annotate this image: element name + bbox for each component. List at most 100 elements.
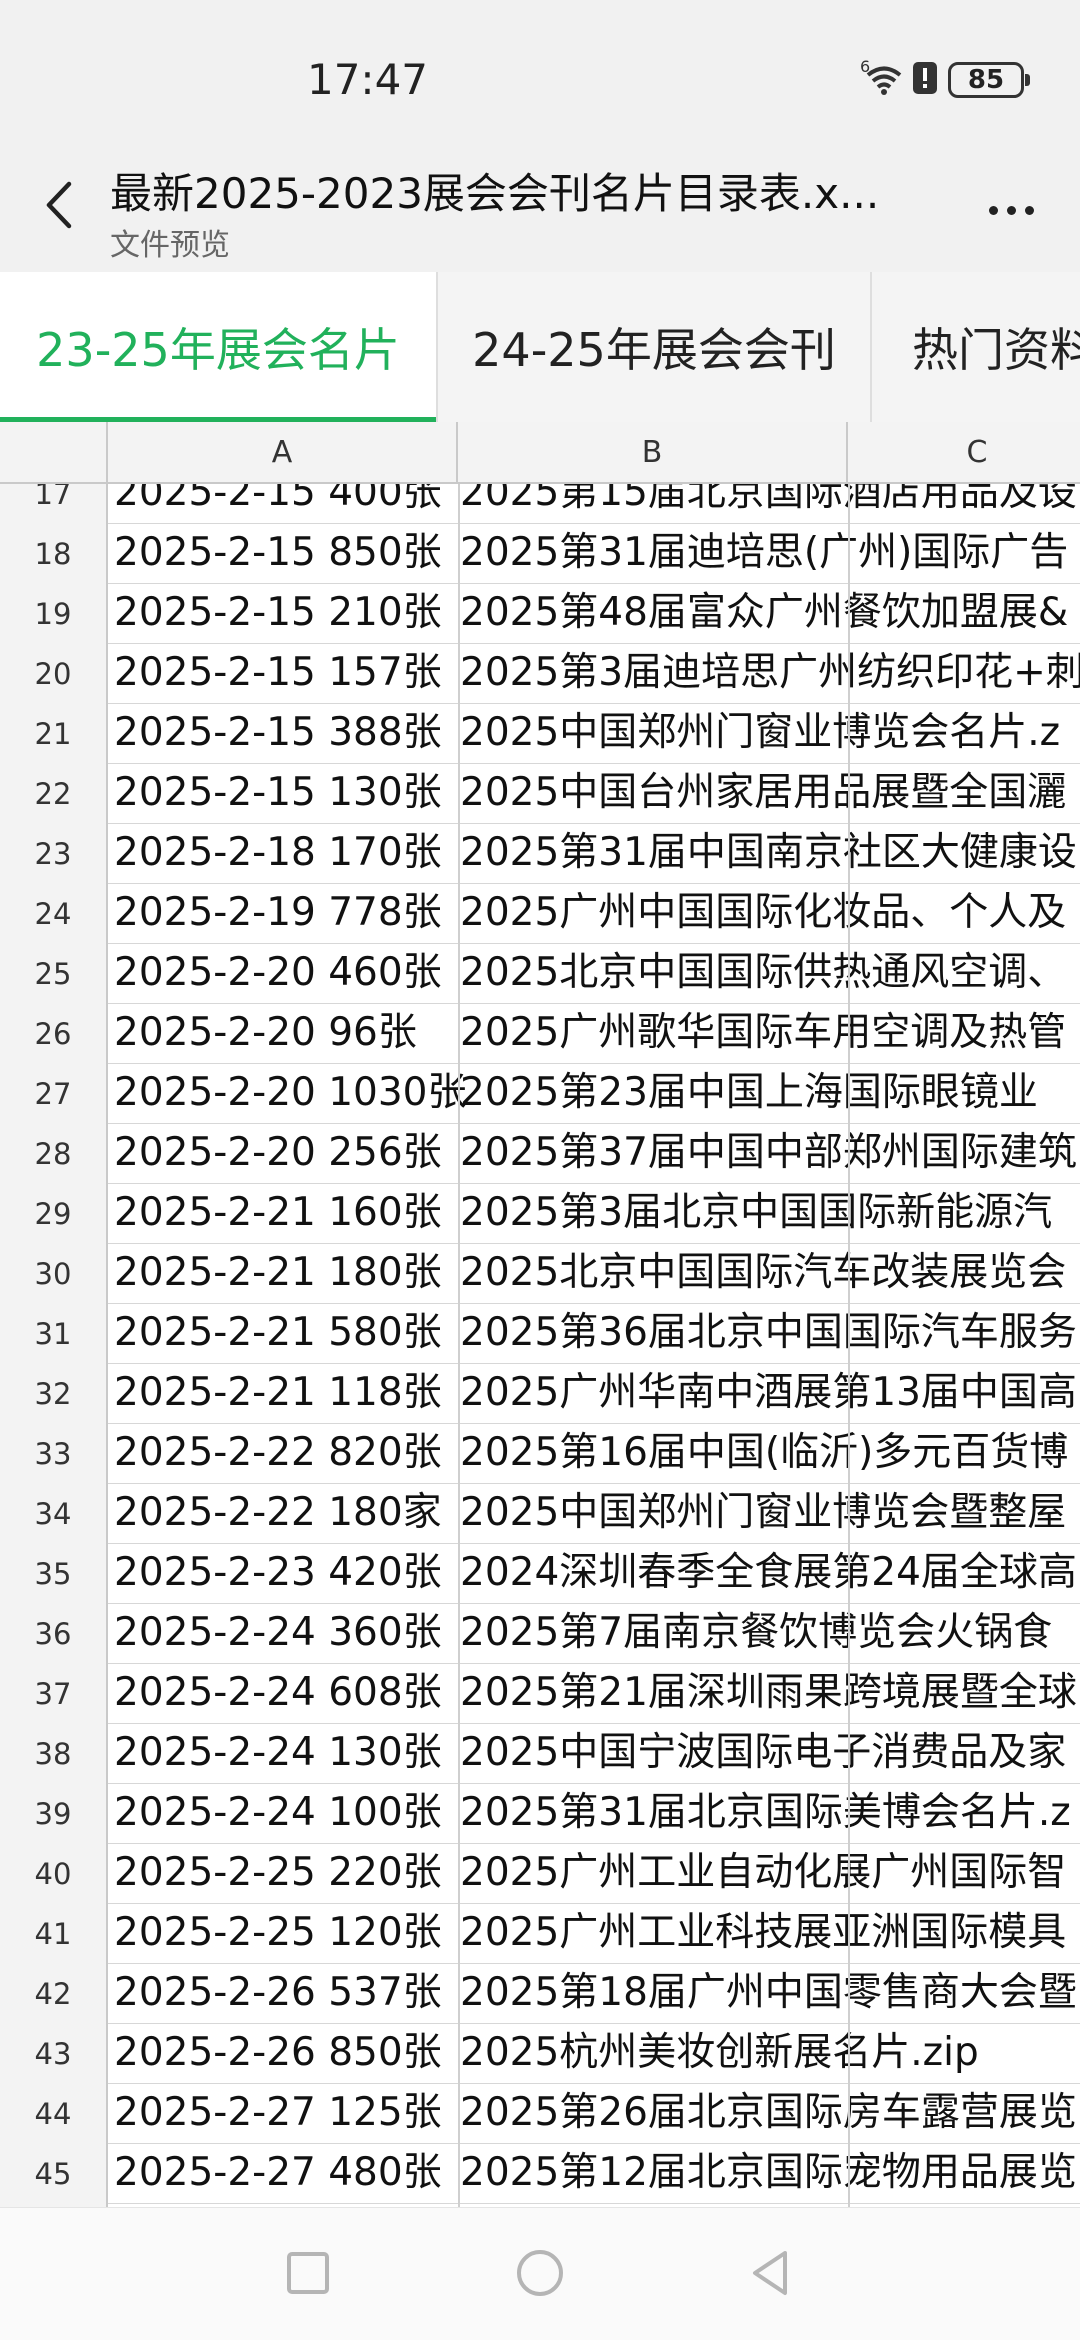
tab-24-25-catalogs[interactable]: 24-25年展会会刊 — [438, 272, 872, 422]
cell-b[interactable]: 2025广州中国国际化妆品、个人及 — [460, 884, 1066, 944]
row-number[interactable]: 43 — [0, 2024, 108, 2084]
row-number[interactable]: 30 — [0, 1244, 108, 1304]
row-number[interactable]: 21 — [0, 704, 108, 764]
row-number[interactable]: 38 — [0, 1724, 108, 1784]
cell-a[interactable]: 2025-2-23 420张 — [114, 1544, 442, 1604]
row-number[interactable]: 33 — [0, 1424, 108, 1484]
row-number[interactable]: 27 — [0, 1064, 108, 1124]
cell-b[interactable]: 2025广州工业自动化展广州国际智 — [460, 1844, 1066, 1904]
sheet-tabs: 23-25年展会名片 24-25年展会会刊 热门资料 — [0, 272, 1080, 422]
row-number[interactable]: 25 — [0, 944, 108, 1004]
cell-b[interactable]: 2024深圳春季全食展第24届全球高 — [460, 1544, 1077, 1604]
row-number[interactable]: 28 — [0, 1124, 108, 1184]
row-number[interactable]: 18 — [0, 524, 108, 584]
cell-a[interactable]: 2025-2-21 118张 — [114, 1364, 442, 1424]
back-nav-button[interactable] — [730, 2238, 810, 2308]
more-options-button[interactable] — [966, 180, 1056, 240]
row-number[interactable]: 41 — [0, 1904, 108, 1964]
cell-a[interactable]: 2025-2-25 220张 — [114, 1844, 442, 1904]
cell-a[interactable]: 2025-2-26 537张 — [114, 1964, 442, 2024]
tab-hot-materials[interactable]: 热门资料 — [872, 272, 1080, 422]
cell-b[interactable]: 2025第21届深圳雨果跨境展暨全球 — [460, 1664, 1077, 1724]
cell-b[interactable]: 2025中国台州家居用品展暨全国灑 — [460, 764, 1066, 824]
cell-b[interactable]: 2025广州华南中酒展第13届中国高 — [460, 1364, 1077, 1424]
cell-a[interactable]: 2025-2-21 160张 — [114, 1184, 442, 1244]
tab-23-25-cards[interactable]: 23-25年展会名片 — [0, 272, 438, 422]
cell-a[interactable]: 2025-2-20 256张 — [114, 1124, 442, 1184]
corner-cell[interactable] — [0, 422, 108, 484]
cell-a[interactable]: 2025-2-22 820张 — [114, 1424, 442, 1484]
more-dot-icon — [988, 205, 998, 215]
cell-b[interactable]: 2025第31届北京国际美博会名片.z — [460, 1784, 1071, 1844]
cell-b[interactable]: 2025中国郑州门窗业博览会暨整屋 — [460, 1484, 1066, 1544]
cell-a[interactable]: 2025-2-22 180家 — [114, 1484, 442, 1544]
cell-b[interactable]: 2025第31届中国南京社区大健康设 — [460, 824, 1077, 884]
cell-a[interactable]: 2025-2-24 360张 — [114, 1604, 442, 1664]
cell-a[interactable]: 2025-2-18 170张 — [114, 824, 442, 884]
cell-a[interactable]: 2025-2-15 157张 — [114, 644, 442, 704]
cell-a[interactable]: 2025-2-24 130张 — [114, 1724, 442, 1784]
cell-a[interactable]: 2025-2-25 120张 — [114, 1904, 442, 1964]
row-number[interactable]: 36 — [0, 1604, 108, 1664]
cell-a[interactable]: 2025-2-15 130张 — [114, 764, 442, 824]
column-header-c[interactable]: C — [848, 422, 1080, 484]
cell-b[interactable]: 2025第26届北京国际房车露营展览 — [460, 2084, 1077, 2144]
cell-b[interactable]: 2025广州歌华国际车用空调及热管 — [460, 1004, 1066, 1064]
row-number[interactable]: 35 — [0, 1544, 108, 1604]
row-number[interactable]: 44 — [0, 2084, 108, 2144]
cell-a[interactable]: 2025-2-21 580张 — [114, 1304, 442, 1364]
cell-b[interactable]: 2025第16届中国(临沂)多元百货博 — [460, 1424, 1068, 1484]
cell-a[interactable]: 2025-2-26 850张 — [114, 2024, 442, 2084]
cell-a[interactable]: 2025-2-19 778张 — [114, 884, 442, 944]
cell-b[interactable]: 2025北京中国国际汽车改装展览会 — [460, 1244, 1066, 1304]
cell-a[interactable]: 2025-2-24 100张 — [114, 1784, 442, 1844]
row-number[interactable]: 19 — [0, 584, 108, 644]
cell-b[interactable]: 2025中国宁波国际电子消费品及家 — [460, 1724, 1066, 1784]
cell-a[interactable]: 2025-2-20 460张 — [114, 944, 442, 1004]
cell-b[interactable]: 2025北京中国国际供热通风空调、 — [460, 944, 1066, 1004]
column-header-a[interactable]: A — [108, 422, 458, 484]
row-number[interactable]: 24 — [0, 884, 108, 944]
cell-b[interactable]: 2025第3届迪培思广州纺织印花+刺 — [460, 644, 1080, 704]
recent-apps-button[interactable] — [268, 2238, 348, 2308]
cell-b[interactable]: 2025第31届迪培思(广州)国际广告 — [460, 524, 1068, 584]
row-number[interactable]: 34 — [0, 1484, 108, 1544]
cell-a[interactable]: 2025-2-27 480张 — [114, 2144, 442, 2204]
row-number[interactable]: 42 — [0, 1964, 108, 2024]
cell-a[interactable]: 2025-2-24 608张 — [114, 1664, 442, 1724]
cell-a[interactable]: 2025-2-21 180张 — [114, 1244, 442, 1304]
row-number[interactable]: 32 — [0, 1364, 108, 1424]
row-number[interactable]: 37 — [0, 1664, 108, 1724]
row-number[interactable]: 31 — [0, 1304, 108, 1364]
column-header-b[interactable]: B — [458, 422, 848, 484]
cell-b[interactable]: 2025第7届南京餐饮博览会火锅食 — [460, 1604, 1052, 1664]
row-number[interactable]: 26 — [0, 1004, 108, 1064]
cell-a[interactable]: 2025-2-15 388张 — [114, 704, 442, 764]
cell-b[interactable]: 2025第12届北京国际宠物用品展览 — [460, 2144, 1077, 2204]
row-number[interactable]: 23 — [0, 824, 108, 884]
cell-a[interactable]: 2025-2-15 850张 — [114, 524, 442, 584]
cell-b[interactable]: 2025第37届中国中部郑州国际建筑 — [460, 1124, 1077, 1184]
home-button[interactable] — [500, 2238, 580, 2308]
table-row: 41 2025-2-25 120张 2025广州工业科技展亚洲国际模具 — [0, 1904, 1080, 1964]
row-number[interactable]: 20 — [0, 644, 108, 704]
cell-b[interactable]: 2025杭州美妆创新展名片.zip — [460, 2024, 979, 2084]
cell-a[interactable]: 2025-2-20 1030张 — [114, 1064, 467, 1124]
cell-b[interactable]: 2025中国郑州门窗业博览会名片.z — [460, 704, 1060, 764]
spreadsheet-grid[interactable]: 17 2025-2-15 400张 2025第15届北京国际酒店用品及设 18 2025… — [0, 422, 1080, 2207]
cell-b[interactable]: 2025第23届中国上海国际眼镜业 — [460, 1064, 1038, 1124]
cell-a[interactable]: 2025-2-27 125张 — [114, 2084, 442, 2144]
back-button[interactable] — [28, 170, 88, 240]
cell-b[interactable]: 2025第3届北京中国国际新能源汽 — [460, 1184, 1052, 1244]
row-number[interactable]: 39 — [0, 1784, 108, 1844]
cell-b[interactable]: 2025第36届北京中国国际汽车服务 — [460, 1304, 1077, 1364]
cell-b[interactable]: 2025第48届富众广州餐饮加盟展& — [460, 584, 1068, 644]
row-number[interactable]: 40 — [0, 1844, 108, 1904]
cell-a[interactable]: 2025-2-15 210张 — [114, 584, 442, 644]
row-number[interactable]: 45 — [0, 2144, 108, 2204]
row-number[interactable]: 22 — [0, 764, 108, 824]
row-number[interactable]: 29 — [0, 1184, 108, 1244]
cell-b[interactable]: 2025广州工业科技展亚洲国际模具 — [460, 1904, 1066, 1964]
cell-b[interactable]: 2025第18届广州中国零售商大会暨 — [460, 1964, 1077, 2024]
cell-a[interactable]: 2025-2-20 96张 — [114, 1004, 417, 1064]
